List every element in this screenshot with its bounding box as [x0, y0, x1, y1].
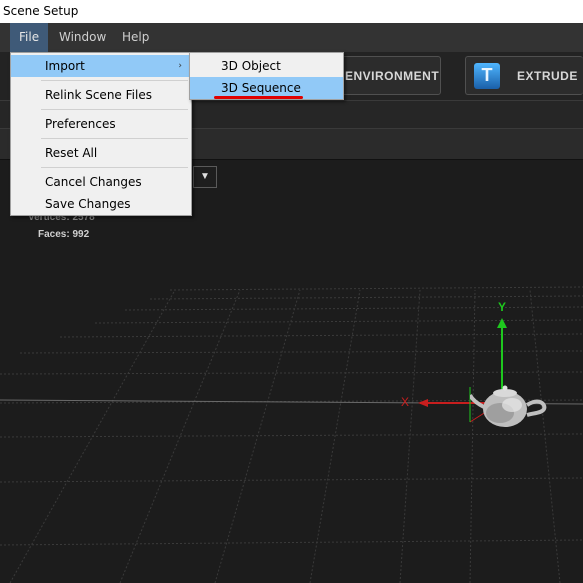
- extrude-label: EXTRUDE: [517, 69, 578, 83]
- window-title: Scene Setup: [3, 4, 79, 18]
- menu-bar: File Window Help: [0, 23, 583, 52]
- submenu-arrow-icon: ›: [178, 61, 182, 71]
- axis-x-label: X: [401, 395, 410, 409]
- faces-count: Faces: 992: [38, 229, 90, 240]
- menu-item-relink-scene-files[interactable]: Relink Scene Files: [11, 84, 191, 106]
- title-bar: Scene Setup: [0, 0, 583, 23]
- axis-y-label: Y: [498, 300, 507, 314]
- menu-item-reset-all[interactable]: Reset All: [11, 142, 191, 164]
- menu-help[interactable]: Help: [113, 23, 158, 52]
- menu-item-save-changes[interactable]: Save Changes: [11, 193, 191, 215]
- menu-item-import[interactable]: Import ›: [11, 55, 191, 77]
- menu-separator: [41, 138, 188, 139]
- menu-separator: [41, 167, 188, 168]
- teapot-model[interactable]: [470, 385, 550, 435]
- menu-window[interactable]: Window: [50, 23, 115, 52]
- menu-item-preferences[interactable]: Preferences: [11, 113, 191, 135]
- menu-file[interactable]: File: [10, 23, 49, 52]
- menu-item-3d-object[interactable]: 3D Object: [190, 55, 343, 77]
- extrude-icon: T: [474, 63, 500, 89]
- environment-label: ENVIRONMENT: [345, 69, 440, 83]
- menu-separator: [41, 109, 188, 110]
- menu-separator: [41, 80, 188, 81]
- viewport-grid: [0, 286, 583, 583]
- file-menu: Import › Relink Scene Files Preferences …: [10, 52, 192, 216]
- annotation-underline: [214, 96, 303, 99]
- import-submenu: 3D Object 3D Sequence: [189, 52, 344, 100]
- view-dropdown[interactable]: ▼: [193, 166, 217, 188]
- 3d-viewport[interactable]: Y X: [0, 160, 583, 583]
- environment-button[interactable]: ENVIRONMENT: [338, 56, 441, 95]
- menu-item-cancel-changes[interactable]: Cancel Changes: [11, 171, 191, 193]
- extrude-button[interactable]: T EXTRUDE: [465, 56, 583, 95]
